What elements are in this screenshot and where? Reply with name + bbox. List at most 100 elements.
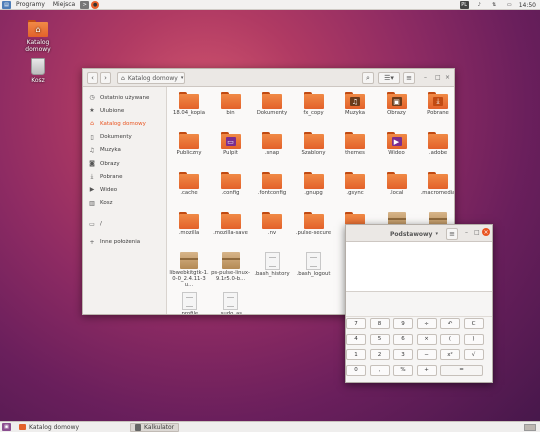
sound-icon[interactable]: ♪ — [475, 1, 484, 9]
calc-key[interactable]: x² — [440, 349, 460, 360]
forward-button[interactable]: › — [100, 72, 111, 84]
sidebar-item[interactable]: ▶ Wideo — [83, 183, 166, 196]
file-item[interactable]: .gsync — [335, 172, 375, 196]
file-item[interactable]: ▭ Pulpit — [211, 132, 251, 156]
network-icon[interactable]: ⇅ — [490, 1, 499, 9]
sidebar-item[interactable]: ▥ Kosz — [83, 197, 166, 210]
calc-key[interactable]: 1 — [346, 349, 366, 360]
search-button[interactable]: ⌕ — [362, 72, 374, 84]
file-item[interactable]: .fontconfig — [252, 172, 292, 196]
minimize-icon[interactable]: – — [424, 74, 427, 81]
calc-key[interactable]: √ — [463, 349, 484, 360]
menu-button[interactable]: ≡ — [403, 72, 415, 84]
sidebar-item[interactable]: ▭ / — [83, 218, 166, 231]
folder-download-icon: ⤓ — [428, 92, 448, 109]
desktop-trash[interactable]: Kosz — [18, 58, 58, 84]
file-item[interactable]: .local — [377, 172, 417, 196]
desktop-home[interactable]: ⌂ Katalog domowy — [18, 20, 58, 53]
sidebar-item[interactable]: ▯ Dokumenty — [83, 131, 166, 144]
minimize-icon[interactable]: – — [465, 229, 468, 236]
task-katalog-domowy[interactable]: Katalog domowy — [14, 423, 84, 432]
file-item[interactable]: .bash_logout — [294, 252, 334, 277]
file-item[interactable]: ▣ Obrazy — [377, 92, 417, 116]
file-item[interactable]: .adobe — [418, 132, 454, 156]
calc-key[interactable]: , — [369, 364, 390, 376]
calc-key[interactable]: ( — [440, 333, 460, 345]
calc-key[interactable]: − — [416, 349, 437, 360]
file-item[interactable]: Publiczny — [169, 132, 209, 156]
battery-icon[interactable]: ▭ — [505, 1, 514, 9]
calc-key[interactable]: ) — [463, 333, 484, 345]
file-item[interactable]: .sudo_as — [211, 292, 251, 314]
file-item[interactable]: ps-pulse-linux-9.1r5.0-b... — [211, 252, 251, 282]
calc-key[interactable]: 9 — [393, 318, 413, 329]
file-item[interactable]: Szablony — [294, 132, 334, 156]
file-item[interactable]: .config — [211, 172, 251, 196]
file-item[interactable]: .snap — [252, 132, 292, 156]
calc-key[interactable]: 3 — [393, 349, 413, 360]
calc-key[interactable]: ↶ — [440, 318, 460, 329]
calc-menu-button[interactable]: ≡ — [446, 228, 458, 240]
task-kalkulator[interactable]: Kalkulator — [130, 422, 180, 432]
sidebar-item[interactable]: + Inne położenia — [83, 236, 166, 249]
sidebar-item[interactable]: ♫ Muzyka — [83, 144, 166, 157]
file-item[interactable]: .cache — [169, 172, 209, 196]
calc-key[interactable]: = — [440, 364, 483, 376]
menu-miejsca[interactable]: Miejsca — [49, 0, 79, 10]
file-item[interactable]: bin — [211, 92, 251, 116]
calc-key[interactable]: 8 — [369, 318, 390, 329]
back-button[interactable]: ‹ — [87, 72, 98, 84]
menu-programy[interactable]: Programy — [12, 0, 49, 10]
path-bar-button[interactable]: ⌂ Katalog domowy ▾ — [117, 72, 185, 84]
file-item[interactable]: 18.04_kopia — [169, 92, 209, 116]
file-item[interactable]: .bash_history — [252, 252, 292, 277]
file-item[interactable]: .mozilla — [169, 212, 209, 236]
file-item[interactable]: .nv — [252, 212, 292, 236]
file-item[interactable]: .mozilla-save — [211, 212, 251, 236]
file-item[interactable]: fx_copy — [294, 92, 334, 116]
sidebar-item[interactable]: ★ Ulubione — [83, 104, 166, 117]
calc-key[interactable]: ÷ — [416, 318, 437, 329]
file-name: .nv — [267, 230, 277, 236]
sidebar-item[interactable]: ◙ Obrazy — [83, 157, 166, 170]
calc-key[interactable]: 0 — [346, 364, 366, 376]
file-item[interactable]: libwebkitgtk-1.0-0_2.4.11-3u... — [169, 252, 209, 288]
maximize-icon[interactable]: □ — [435, 74, 441, 81]
close-icon[interactable]: × — [482, 228, 490, 236]
firefox-icon[interactable]: ● — [91, 0, 100, 9]
home-icon: ⌂ — [121, 74, 125, 82]
file-item[interactable]: .gnupg — [294, 172, 334, 196]
apps-menu-icon[interactable]: ▤ — [2, 0, 11, 9]
clock[interactable]: 14:50 — [519, 2, 536, 9]
mode-selector[interactable]: Podstawowy ▾ — [386, 228, 442, 240]
file-item[interactable]: ▶ Wideo — [377, 132, 417, 156]
sidebar-item[interactable]: ⤓ Pobrane — [83, 170, 166, 183]
indicator-pl-icon[interactable]: PL — [459, 1, 469, 9]
file-item[interactable]: ♫ Muzyka — [335, 92, 375, 116]
calc-key[interactable]: × — [416, 333, 437, 345]
close-icon[interactable]: × — [445, 74, 450, 81]
calc-key[interactable]: C — [463, 318, 484, 329]
file-item[interactable]: ⤓ Pobrane — [418, 92, 454, 116]
calc-key[interactable]: 4 — [346, 333, 366, 345]
file-name: Dokumenty — [256, 110, 288, 116]
file-item[interactable]: themes — [335, 132, 375, 156]
view-options-button[interactable]: ☰▾ — [378, 72, 400, 84]
terminal-icon[interactable]: > — [80, 0, 90, 9]
file-item[interactable]: Dokumenty — [252, 92, 292, 116]
sidebar-item[interactable]: ◷ Ostatnio używane — [83, 91, 166, 104]
file-item[interactable]: .pulse-secure — [294, 212, 334, 236]
sidebar-item[interactable]: ⌂ Katalog domowy — [83, 117, 166, 130]
maximize-icon[interactable]: □ — [474, 229, 480, 236]
file-item[interactable]: .macromedia — [418, 172, 454, 196]
calc-key[interactable]: % — [393, 364, 413, 376]
show-desktop-icon[interactable]: ▣ — [2, 423, 11, 431]
calc-key[interactable]: 2 — [369, 349, 390, 360]
calc-key[interactable]: 7 — [346, 318, 366, 329]
calc-key[interactable]: + — [416, 364, 437, 376]
calculator-display[interactable] — [346, 242, 492, 292]
calc-key[interactable]: 6 — [393, 333, 413, 345]
calc-key[interactable]: 5 — [369, 333, 390, 345]
file-item[interactable]: .profile — [169, 292, 209, 314]
workspace-switcher[interactable] — [524, 424, 536, 431]
